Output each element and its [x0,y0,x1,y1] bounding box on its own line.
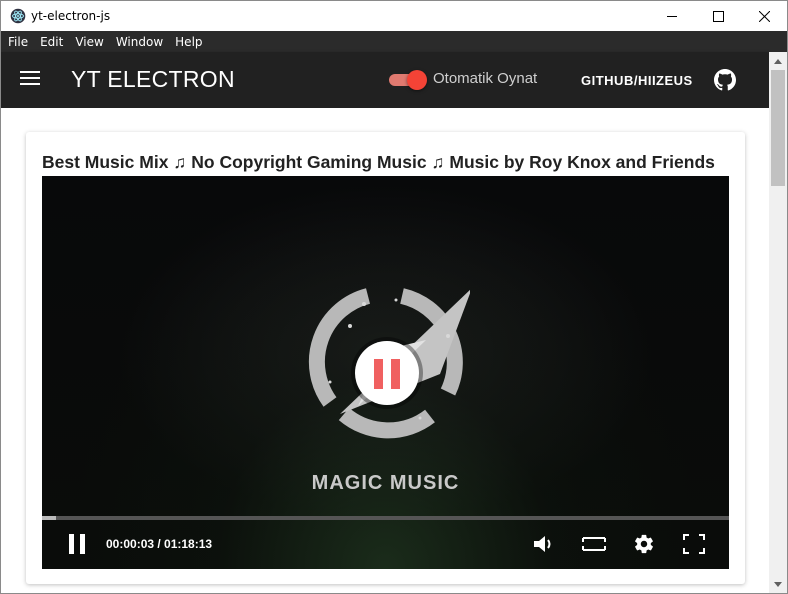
scroll-down-button[interactable] [769,575,787,593]
minimize-button[interactable] [649,1,695,31]
menu-bar: File Edit View Window Help [1,31,787,52]
vertical-scrollbar[interactable] [769,52,787,593]
menu-edit[interactable]: Edit [40,35,63,49]
volume-icon[interactable] [532,533,556,555]
chevron-up-icon [774,58,782,64]
close-icon [758,10,770,22]
fullscreen-icon[interactable] [682,533,706,555]
hamburger-menu-icon[interactable] [20,71,40,87]
title-bar: yt-electron-js [1,1,787,31]
pause-icon[interactable] [69,534,85,554]
maximize-icon [712,10,724,22]
minimize-icon [666,15,677,17]
video-card: Best Music Mix ♫ No Copyright Gaming Mus… [26,132,745,584]
app-bar: YT ELECTRON Otomatik Oynat GITHUB/HIIZEU… [1,52,769,108]
menu-view[interactable]: View [75,35,103,49]
video-player[interactable]: MAGIC MUSIC 00:00:03 / 01:18:13 [42,176,729,569]
video-brand-text: MAGIC MUSIC [311,472,460,494]
center-pause-button[interactable] [355,341,419,405]
menu-help[interactable]: Help [175,35,202,49]
player-controls: 00:00:03 / 01:18:13 [42,520,729,569]
autoplay-toggle[interactable] [389,70,427,90]
video-title: Best Music Mix ♫ No Copyright Gaming Mus… [42,152,715,172]
menu-window[interactable]: Window [116,35,163,49]
app-title: YT ELECTRON [71,66,235,92]
scrollbar-thumb[interactable] [771,70,785,186]
maximize-button[interactable] [695,1,741,31]
settings-icon[interactable] [632,533,656,555]
scroll-up-button[interactable] [769,52,787,70]
github-icon[interactable] [714,69,736,91]
autoplay-toggle-thumb [407,70,427,90]
theater-mode-icon[interactable] [582,533,606,555]
main-content: Best Music Mix ♫ No Copyright Gaming Mus… [1,108,769,593]
menu-file[interactable]: File [8,35,28,49]
electron-app-icon [10,8,26,24]
chevron-down-icon [774,581,782,587]
app-window: yt-electron-js File Edit View Window Hel… [0,0,788,594]
playback-time: 00:00:03 / 01:18:13 [106,537,213,551]
window-title: yt-electron-js [31,9,111,23]
autoplay-label: Otomatik Oynat [433,70,538,87]
close-button[interactable] [741,1,787,31]
github-link[interactable]: GITHUB/HIIZEUS [581,73,693,88]
